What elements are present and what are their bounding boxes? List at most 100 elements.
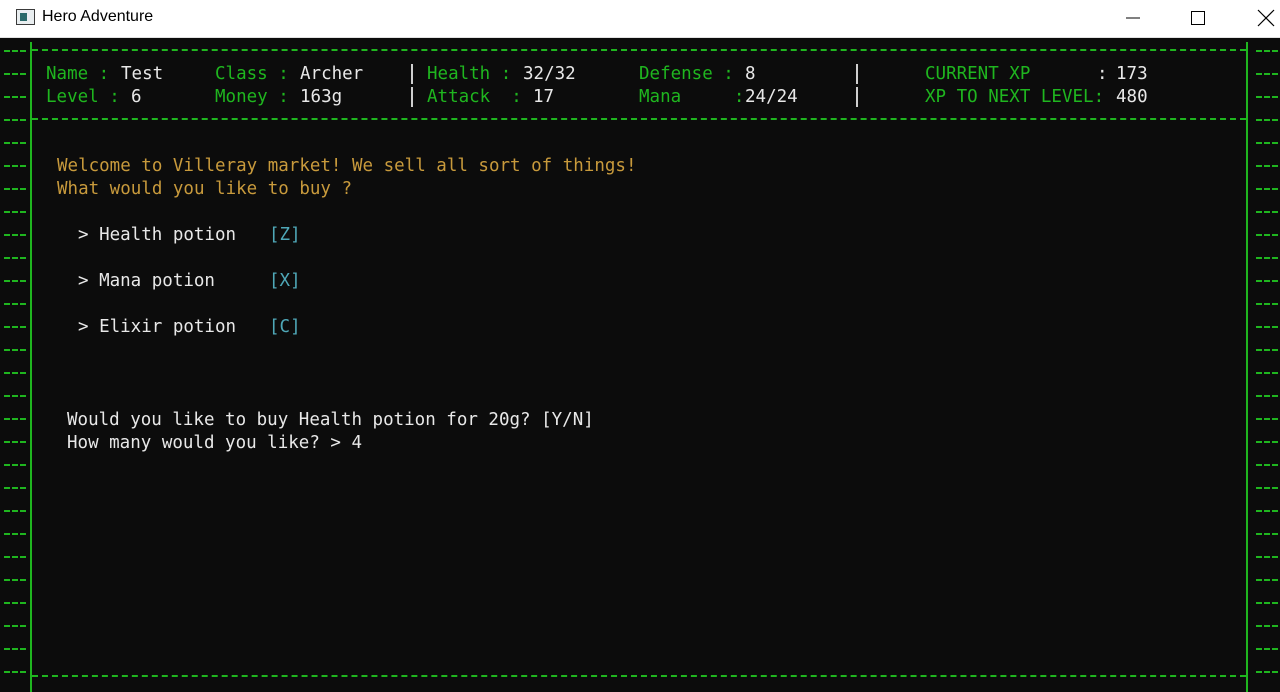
next-level-xp-value: 480 [1116, 87, 1148, 107]
minimize-icon [1126, 17, 1140, 19]
left-side-dash [4, 50, 26, 52]
right-side-dash [1256, 418, 1278, 420]
left-side-dash [4, 533, 26, 535]
frame-right-edge [1246, 42, 1248, 692]
right-side-dash [1256, 464, 1278, 466]
level-label: Level : [46, 87, 120, 107]
right-side-dash [1256, 73, 1278, 75]
left-side-dash [4, 165, 26, 167]
left-side-dash [4, 372, 26, 374]
class-label: Class : [215, 64, 289, 84]
left-side-dash [4, 303, 26, 305]
mana-label: Mana : [639, 87, 745, 107]
right-side-dash [1256, 188, 1278, 190]
menu-key-c: [C] [269, 317, 301, 337]
close-icon [1257, 9, 1275, 27]
left-side-dash [4, 464, 26, 466]
right-side-dash [1256, 165, 1278, 167]
right-side-dash [1256, 119, 1278, 121]
attack-value: 17 [533, 87, 555, 107]
name-value: Test [121, 64, 164, 84]
right-side-dash [1256, 326, 1278, 328]
purchase-confirm-prompt: Would you like to buy Health potion for … [67, 410, 594, 430]
menu-item-elixir-potion[interactable]: > Elixir potion [78, 317, 236, 337]
right-side-dash [1256, 280, 1278, 282]
right-side-dash [1256, 142, 1278, 144]
left-side-dash [4, 648, 26, 650]
right-side-dash [1256, 372, 1278, 374]
right-side-dash [1256, 671, 1278, 673]
frame-bottom-border [32, 675, 1246, 677]
right-side-dash [1256, 556, 1278, 558]
right-side-dash [1256, 234, 1278, 236]
right-side-dash [1256, 96, 1278, 98]
right-side-dash [1256, 395, 1278, 397]
left-side-dash [4, 142, 26, 144]
menu-key-x: [X] [269, 271, 301, 291]
left-side-dash [4, 234, 26, 236]
name-label: Name : [46, 64, 110, 84]
defense-label: Defense : [639, 64, 734, 84]
left-side-dash [4, 671, 26, 673]
menu-item-mana-potion[interactable]: > Mana potion [78, 271, 215, 291]
right-side-dash [1256, 50, 1278, 52]
left-side-dash [4, 326, 26, 328]
window-title-bar[interactable]: Hero Adventure [0, 0, 1280, 38]
left-side-dash [4, 441, 26, 443]
left-side-dash [4, 395, 26, 397]
right-side-dash [1256, 257, 1278, 259]
window-title: Hero Adventure [42, 8, 154, 25]
right-side-dash [1256, 441, 1278, 443]
right-side-dash [1256, 579, 1278, 581]
stats-separator-1 [411, 64, 413, 84]
menu-item-health-potion[interactable]: > Health potion [78, 225, 236, 245]
maximize-button[interactable] [1175, 0, 1221, 36]
right-side-dash [1256, 349, 1278, 351]
stats-separator-2 [411, 87, 413, 107]
maximize-icon [1191, 11, 1205, 25]
console-app-icon [16, 9, 35, 25]
stats-separator-4 [856, 87, 858, 107]
left-side-dash [4, 280, 26, 282]
left-side-dash [4, 418, 26, 420]
right-side-dash [1256, 303, 1278, 305]
next-level-xp-label: XP TO NEXT LEVEL: [925, 87, 1105, 107]
right-side-dash [1256, 602, 1278, 604]
close-button[interactable] [1243, 0, 1280, 36]
attack-label: Attack : [427, 87, 522, 107]
left-side-dash [4, 579, 26, 581]
defense-value: 8 [745, 64, 756, 84]
left-side-dash [4, 119, 26, 121]
mana-value: 24/24 [745, 87, 798, 107]
frame-left-edge [30, 42, 32, 692]
money-value: 163g [300, 87, 343, 107]
right-side-dash [1256, 211, 1278, 213]
level-value: 6 [131, 87, 142, 107]
left-side-dash [4, 73, 26, 75]
left-side-dash [4, 510, 26, 512]
current-xp-colon: : [1097, 64, 1108, 84]
current-xp-value: 173 [1116, 64, 1148, 84]
left-side-dash [4, 487, 26, 489]
shop-question-text: What would you like to buy ? [57, 179, 353, 199]
left-side-dash [4, 188, 26, 190]
quantity-prompt[interactable]: How many would you like? > 4 [67, 433, 362, 453]
right-side-dash [1256, 487, 1278, 489]
left-side-dash [4, 257, 26, 259]
left-side-dash [4, 96, 26, 98]
right-side-dash [1256, 625, 1278, 627]
right-side-dash [1256, 533, 1278, 535]
console-area[interactable]: Name : Test Level : 6 Class : Archer Mon… [0, 38, 1280, 692]
left-side-dash [4, 211, 26, 213]
menu-key-z: [Z] [269, 225, 301, 245]
right-side-dash [1256, 648, 1278, 650]
money-label: Money : [215, 87, 289, 107]
left-side-dash [4, 602, 26, 604]
right-side-dash [1256, 510, 1278, 512]
minimize-button[interactable] [1110, 0, 1156, 36]
current-xp-label: CURRENT XP [925, 64, 1031, 84]
health-value: 32/32 [523, 64, 576, 84]
left-side-dash [4, 625, 26, 627]
frame-top-border [32, 49, 1246, 51]
shop-welcome-text: Welcome to Villeray market! We sell all … [57, 156, 637, 176]
